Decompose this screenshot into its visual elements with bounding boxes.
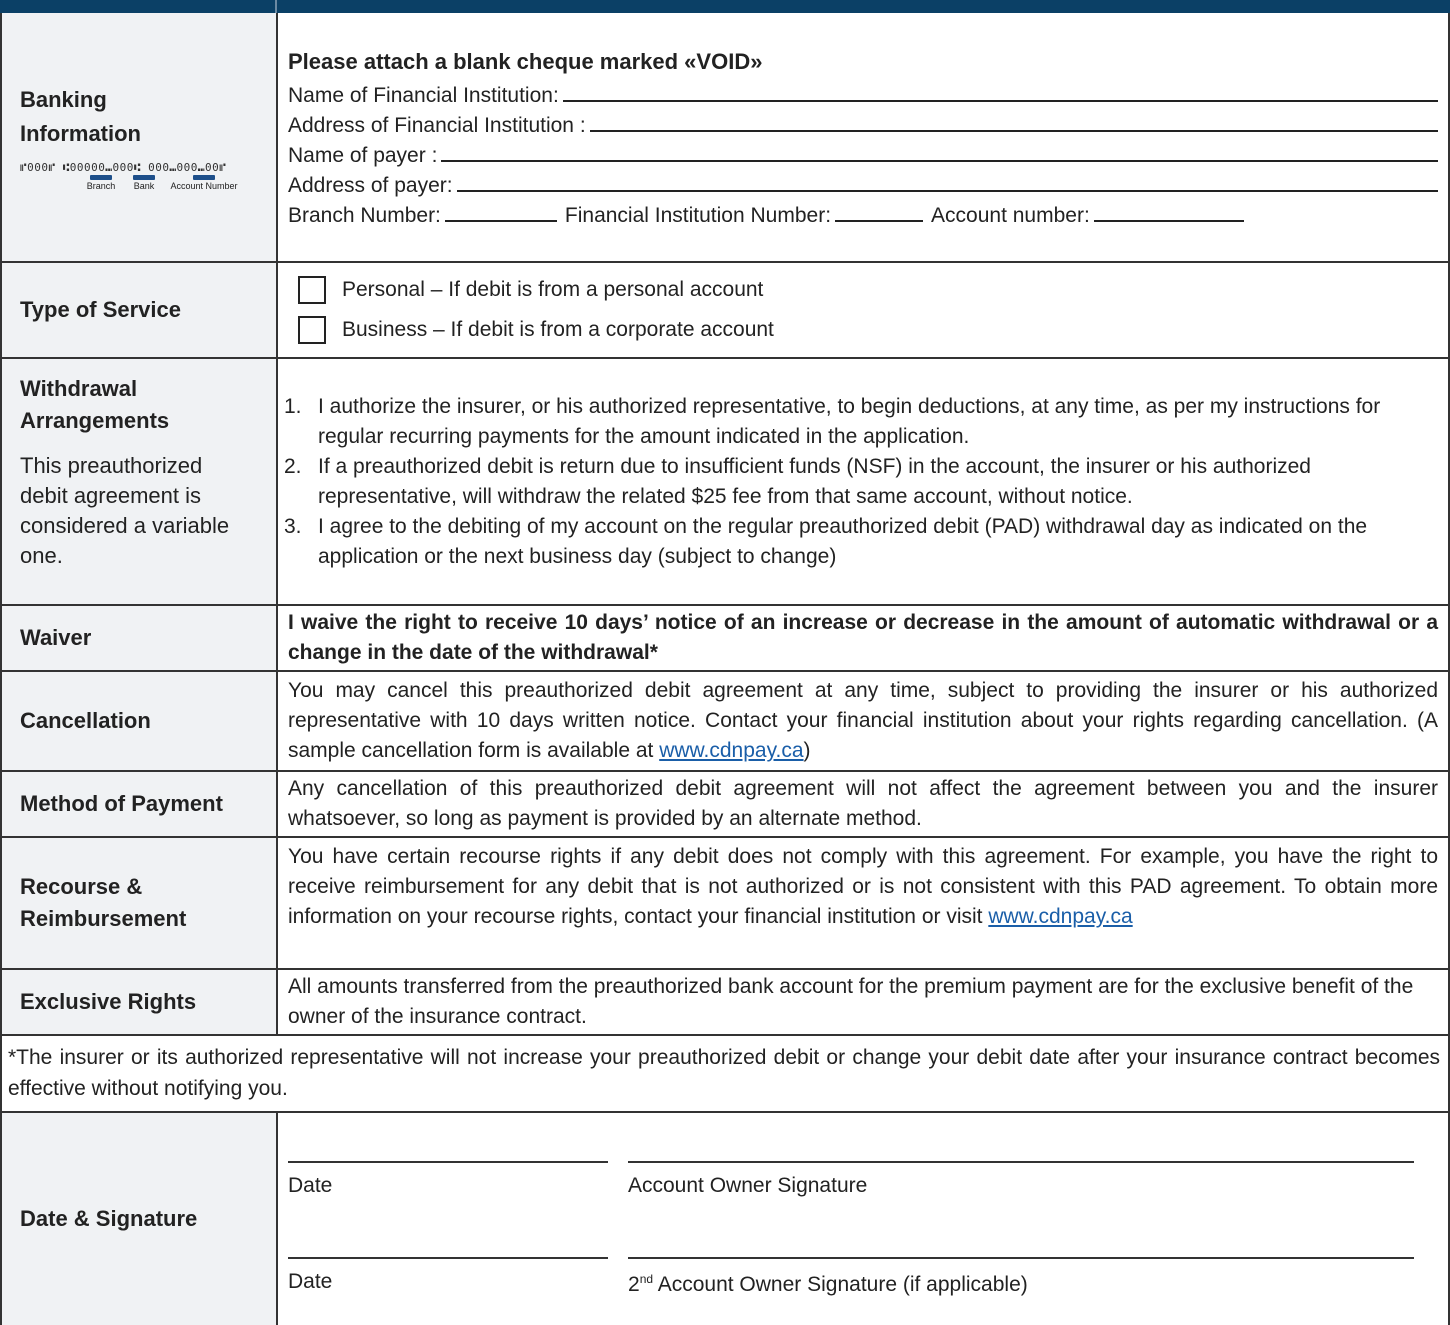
cancellation-text: You may cancel this preauthorized debit … xyxy=(288,679,1438,762)
withdrawal-list: 1. I authorize the insurer, or his author… xyxy=(278,392,1438,572)
withdrawal-item: 1. I authorize the insurer, or his author… xyxy=(284,394,1381,448)
signature-lines-1 xyxy=(288,1113,1438,1163)
withdrawal-note: This preauthorized debit agreement is co… xyxy=(20,453,230,568)
second-owner-signature-label: 2nd Account Owner Signature (if applicab… xyxy=(628,1272,1028,1296)
recourse-label: Recourse & Reimbursement xyxy=(2,838,278,968)
account-numbers-row: Branch Number: Financial Institution Num… xyxy=(288,201,1438,231)
personal-option-label: Personal – If debit is from a personal a… xyxy=(342,278,764,301)
pad-form: Banking Information ⑈000⑈ ⑆00000⑉000⑆ 00… xyxy=(0,13,1450,1325)
header-divider xyxy=(275,0,277,13)
institution-number-label: Financial Institution Number: xyxy=(564,204,832,227)
date-label-2: Date xyxy=(288,1270,333,1293)
signature-lines-2 xyxy=(288,1209,1438,1259)
business-option[interactable]: Business – If debit is from a corporate … xyxy=(278,310,1438,350)
institution-name-field[interactable]: Name of Financial Institution: xyxy=(288,81,1438,111)
recourse-text: You have certain recourse rights if any … xyxy=(288,845,1438,928)
exclusive-label: Exclusive Rights xyxy=(2,970,278,1034)
business-option-label: Business – If debit is from a corporate … xyxy=(342,318,774,341)
exclusive-text: All amounts transferred from the preauth… xyxy=(288,975,1414,1028)
signature-content: Date Account Owner Signature Date 2nd Acco… xyxy=(278,1113,1448,1325)
account-number-blank[interactable] xyxy=(1093,202,1244,222)
banking-row: Banking Information ⑈000⑈ ⑆00000⑉000⑆ 00… xyxy=(2,13,1448,263)
personal-checkbox[interactable] xyxy=(298,276,326,304)
micr-branch-marker: Branch xyxy=(78,175,124,191)
method-row: Method of Payment Any cancellation of th… xyxy=(2,772,1448,838)
signature-row: Date & Signature Date Account Owner Signa… xyxy=(2,1113,1448,1325)
cdnpay-link[interactable]: www.cdnpay.ca xyxy=(988,905,1132,928)
business-checkbox[interactable] xyxy=(298,316,326,344)
owner-signature-label: Account Owner Signature xyxy=(628,1174,868,1197)
payer-name-blank[interactable] xyxy=(441,142,1438,162)
void-cheque-heading: Please attach a blank cheque marked «VOI… xyxy=(288,49,763,74)
account-number-label: Account number: xyxy=(931,204,1090,227)
banking-content: Please attach a blank cheque marked «VOI… xyxy=(278,13,1448,261)
waiver-row: Waiver I waive the right to receive 10 d… xyxy=(2,606,1448,672)
arrow-icon xyxy=(90,175,112,180)
recourse-content: You have certain recourse rights if any … xyxy=(278,838,1448,968)
signature-labels-1: Date Account Owner Signature xyxy=(288,1163,1438,1209)
footnote: *The insurer or its authorized represent… xyxy=(2,1036,1448,1113)
cancellation-content: You may cancel this preauthorized debit … xyxy=(288,679,1438,762)
signature-label: Date & Signature xyxy=(2,1113,278,1325)
institution-number-blank[interactable] xyxy=(835,202,924,222)
cheque-micr-legend: Branch Bank Account Number xyxy=(20,175,258,191)
withdrawal-row: Withdrawal Arrangements This preauthoriz… xyxy=(2,359,1448,606)
micr-bank-marker: Bank xyxy=(124,175,164,191)
exclusive-row: Exclusive Rights All amounts transferred… xyxy=(2,970,1448,1036)
payer-name-field[interactable]: Name of payer : xyxy=(288,141,1438,171)
recourse-row: Recourse & Reimbursement You have certai… xyxy=(2,838,1448,970)
banking-label: Banking Information xyxy=(20,87,141,146)
service-options: Personal – If debit is from a personal a… xyxy=(278,263,1448,357)
waiver-label: Waiver xyxy=(2,606,278,670)
cancellation-row: Cancellation You may cancel this preauth… xyxy=(2,672,1448,772)
cdnpay-link[interactable]: www.cdnpay.ca xyxy=(659,739,803,762)
payer-address-blank[interactable] xyxy=(456,172,1438,192)
institution-address-field[interactable]: Address of Financial Institution : xyxy=(288,111,1438,141)
institution-address-blank[interactable] xyxy=(589,112,1438,132)
cancellation-label: Cancellation xyxy=(2,672,278,770)
method-label: Method of Payment xyxy=(2,772,278,836)
branch-number-blank[interactable] xyxy=(444,202,557,222)
withdrawal-label-cell: Withdrawal Arrangements This preauthoriz… xyxy=(2,359,278,604)
arrow-icon xyxy=(133,175,155,180)
arrow-icon xyxy=(193,175,215,180)
date-label-1: Date xyxy=(288,1174,333,1197)
service-label: Type of Service xyxy=(2,263,278,357)
signature-labels-2: Date 2nd Account Owner Signature (if appl… xyxy=(288,1259,1438,1305)
personal-option[interactable]: Personal – If debit is from a personal a… xyxy=(278,270,1438,310)
cheque-micr-line: ⑈000⑈ ⑆00000⑉000⑆ 000⑉000⑉00⑈ xyxy=(20,161,227,174)
waiver-text: I waive the right to receive 10 days’ no… xyxy=(288,611,1438,664)
withdrawal-content: 1. I authorize the insurer, or his author… xyxy=(278,359,1448,604)
branch-number-label: Branch Number: xyxy=(288,204,441,227)
payer-address-field[interactable]: Address of payer: xyxy=(288,171,1438,201)
service-row: Type of Service Personal – If debit is f… xyxy=(2,263,1448,359)
withdrawal-label: Withdrawal Arrangements xyxy=(20,376,170,433)
institution-name-blank[interactable] xyxy=(562,82,1438,102)
withdrawal-item: 2. If a preauthorized debit is return due… xyxy=(284,454,1311,508)
header-bar xyxy=(0,0,1450,13)
method-text: Any cancellation of this preauthorized d… xyxy=(288,777,1438,830)
withdrawal-item: 3. I agree to the debiting of my account … xyxy=(284,514,1368,568)
micr-account-marker: Account Number xyxy=(164,175,244,191)
banking-label-cell: Banking Information ⑈000⑈ ⑆00000⑉000⑆ 00… xyxy=(2,13,278,261)
